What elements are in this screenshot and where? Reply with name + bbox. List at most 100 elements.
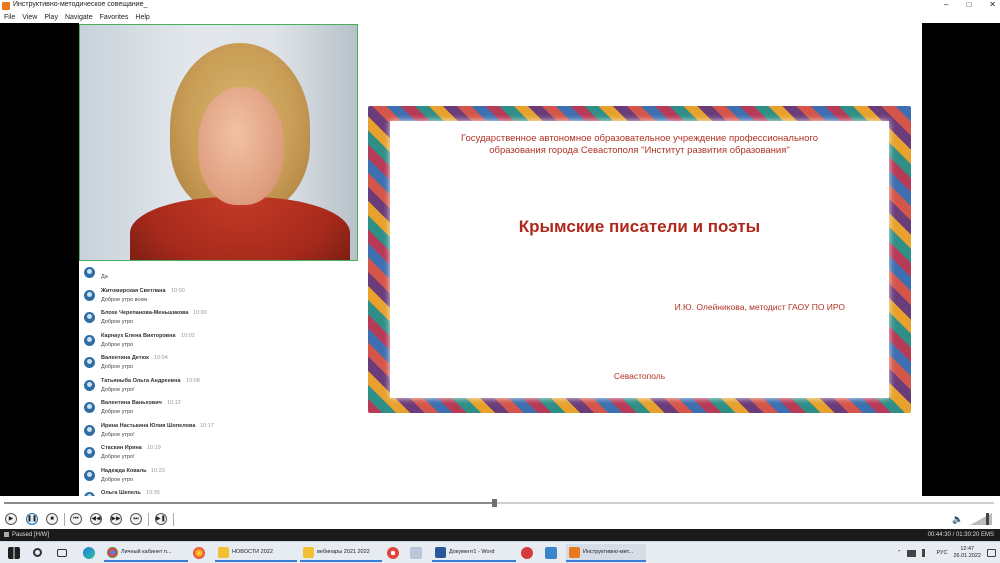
notifications-icon[interactable]	[987, 549, 996, 557]
clock-time: 12:47	[960, 546, 975, 552]
avatar-icon	[84, 267, 95, 278]
word-icon	[435, 546, 446, 558]
taskbar-item-label: Документ1 - Word	[449, 549, 495, 555]
speaker-icon[interactable]	[922, 549, 930, 557]
slide-org-line-2: образования города Севастополя "Институт…	[489, 145, 790, 156]
taskbar-item[interactable]: Личный кабинет п...	[104, 544, 188, 562]
chat-text: Доброе утро!	[101, 454, 135, 460]
menu-bar: File View Play Navigate Favorites Help	[0, 12, 1000, 23]
video-frame: Да Житомирская Светлана 10:00 Доброе утро в…	[79, 23, 922, 496]
mode-readout: EMS	[980, 532, 994, 538]
taskbar-item[interactable]: НОВОСТИ 2022	[215, 544, 297, 562]
taskbar-item-label: НОВОСТИ 2022	[232, 549, 273, 555]
slide-city: Севастополь	[613, 371, 666, 381]
app-icon[interactable]	[410, 547, 422, 559]
seek-bar[interactable]	[0, 496, 1000, 510]
app-icon[interactable]	[545, 547, 557, 559]
chat-author: Надежда Коваль	[101, 467, 147, 474]
chat-time: 10:04	[154, 355, 168, 361]
avatar-icon	[84, 447, 95, 458]
webcam-feed	[79, 24, 358, 261]
chat-text: Доброе утро!	[101, 431, 135, 438]
taskbar-item-label: Личный кабинет п...	[121, 549, 172, 555]
frame-step-button[interactable]: ▶❚	[155, 513, 167, 525]
chat-author: Карнаух Елена Викторовна	[101, 332, 176, 339]
slide-organization: Государственное автономное образовательн…	[390, 133, 889, 157]
taskbar-item[interactable]: Документ1 - Word	[432, 544, 516, 562]
chat-message: Надежда Коваль 10:23 Доброе утро	[79, 466, 358, 489]
rewind-button[interactable]: ◀◀	[90, 513, 102, 525]
next-button[interactable]: ⏭	[130, 513, 142, 525]
clock[interactable]: 12:47 26.01.2022	[953, 546, 981, 560]
task-view-icon[interactable]	[57, 549, 67, 557]
chat-message: Карнаух Елена Викторовна 10:02 Доброе утро	[79, 331, 358, 354]
title-bar: Инструктивно-методическое совещание_ – □…	[0, 0, 1000, 12]
chat-message: Татьяныба Ольга Андреевна 10:08 Доброе утр…	[79, 376, 358, 399]
chat-time: 10:17	[200, 422, 214, 429]
menu-navigate[interactable]: Navigate	[65, 12, 93, 23]
forward-button[interactable]: ▶▶	[110, 513, 122, 525]
app-icon	[2, 2, 10, 10]
presentation-slide: Государственное автономное образовательн…	[368, 106, 911, 413]
window-controls: – □ ✕	[944, 0, 996, 12]
chat-message: Блохе Черепанова-Меньшикова 10:00 Доброе у…	[79, 308, 358, 331]
avatar-icon	[84, 402, 95, 413]
slide-org-line-1: Государственное автономное образовательн…	[461, 133, 818, 144]
chat-text: Да	[101, 274, 108, 280]
slide-title: Крымские писатели и поэты	[518, 217, 761, 236]
play-button[interactable]: ▶	[5, 513, 17, 525]
chat-message: Валентина Ваньхович 10:12 Доброе утро	[79, 398, 358, 421]
network-icon[interactable]	[907, 549, 917, 557]
pause-button[interactable]: ❚❚	[26, 513, 38, 525]
chat-text: Доброе утро	[101, 476, 134, 483]
slide-author: И.Ю. Олейникова, методист ГАОУ ПО ИРО	[674, 302, 845, 312]
chrome-icon	[107, 546, 118, 558]
divider	[64, 513, 65, 526]
chat-time: 10:08	[186, 377, 200, 384]
chat-text: Доброе утро	[101, 319, 134, 325]
app-icon[interactable]	[387, 547, 399, 559]
previous-button[interactable]: ⏮	[70, 513, 82, 525]
divider	[148, 513, 149, 526]
chat-author: Татьяныба Ольга Андреевна	[101, 377, 181, 384]
chat-message: Стаскин Ирина 10:19 Доброе утро!	[79, 443, 358, 466]
maximize-button[interactable]: □	[966, 0, 971, 12]
app-icon[interactable]	[521, 547, 533, 559]
chat-author: Валентина Детюк	[101, 355, 149, 361]
menu-favorites[interactable]: Favorites	[100, 12, 129, 23]
avatar-icon	[84, 334, 95, 346]
menu-play[interactable]: Play	[44, 12, 58, 23]
minimize-button[interactable]: –	[944, 0, 948, 12]
menu-view[interactable]: View	[22, 12, 37, 23]
time-readout: 00:44:30 / 01:30:20	[927, 532, 980, 538]
avatar-icon	[84, 469, 95, 481]
volume-icon[interactable]: 🔈	[952, 514, 963, 525]
menu-file[interactable]: File	[4, 12, 15, 23]
chat-time: 10:02	[181, 332, 195, 339]
chat-message: Валентина Детюк 10:04 Доброе утро	[79, 353, 358, 376]
chat-author: Стаскин Ирина	[101, 445, 142, 451]
volume-thumb[interactable]	[985, 513, 989, 525]
tray-overflow-icon[interactable]: ⌃	[897, 550, 902, 556]
chat-text: Доброе утро	[101, 364, 134, 370]
stop-button[interactable]: ■	[46, 513, 58, 525]
chat-time: 10:23	[151, 467, 165, 474]
language-indicator[interactable]: РУС	[936, 550, 947, 556]
seek-thumb[interactable]	[492, 499, 498, 507]
chat-time: 10:12	[167, 400, 181, 406]
chat-text: Доброе утро	[101, 409, 134, 415]
edge-icon[interactable]	[83, 547, 95, 559]
avatar-icon	[84, 289, 95, 301]
video-area[interactable]: Да Житомирская Светлана 10:00 Доброе утро в…	[0, 23, 1000, 496]
taskbar-item[interactable]: Инструктивно-мет...	[566, 544, 646, 562]
chat-author: Блохе Черепанова-Меньшикова	[101, 310, 189, 316]
window-title: Инструктивно-методическое совещание_	[13, 1, 148, 8]
taskbar-item[interactable]: вебинары 2021 2022	[300, 544, 382, 562]
search-icon[interactable]	[33, 548, 42, 557]
playback-controls: ▶ ❚❚ ■ ⏮ ◀◀ ▶▶ ⏭ ▶❚ 🔈	[0, 510, 1000, 529]
close-button[interactable]: ✕	[989, 0, 996, 12]
menu-help[interactable]: Help	[135, 12, 149, 23]
chat-message: Ольга Шепель10:35Доброго дня	[79, 488, 358, 496]
start-icon[interactable]	[8, 547, 20, 559]
firefox-icon[interactable]	[193, 547, 205, 559]
